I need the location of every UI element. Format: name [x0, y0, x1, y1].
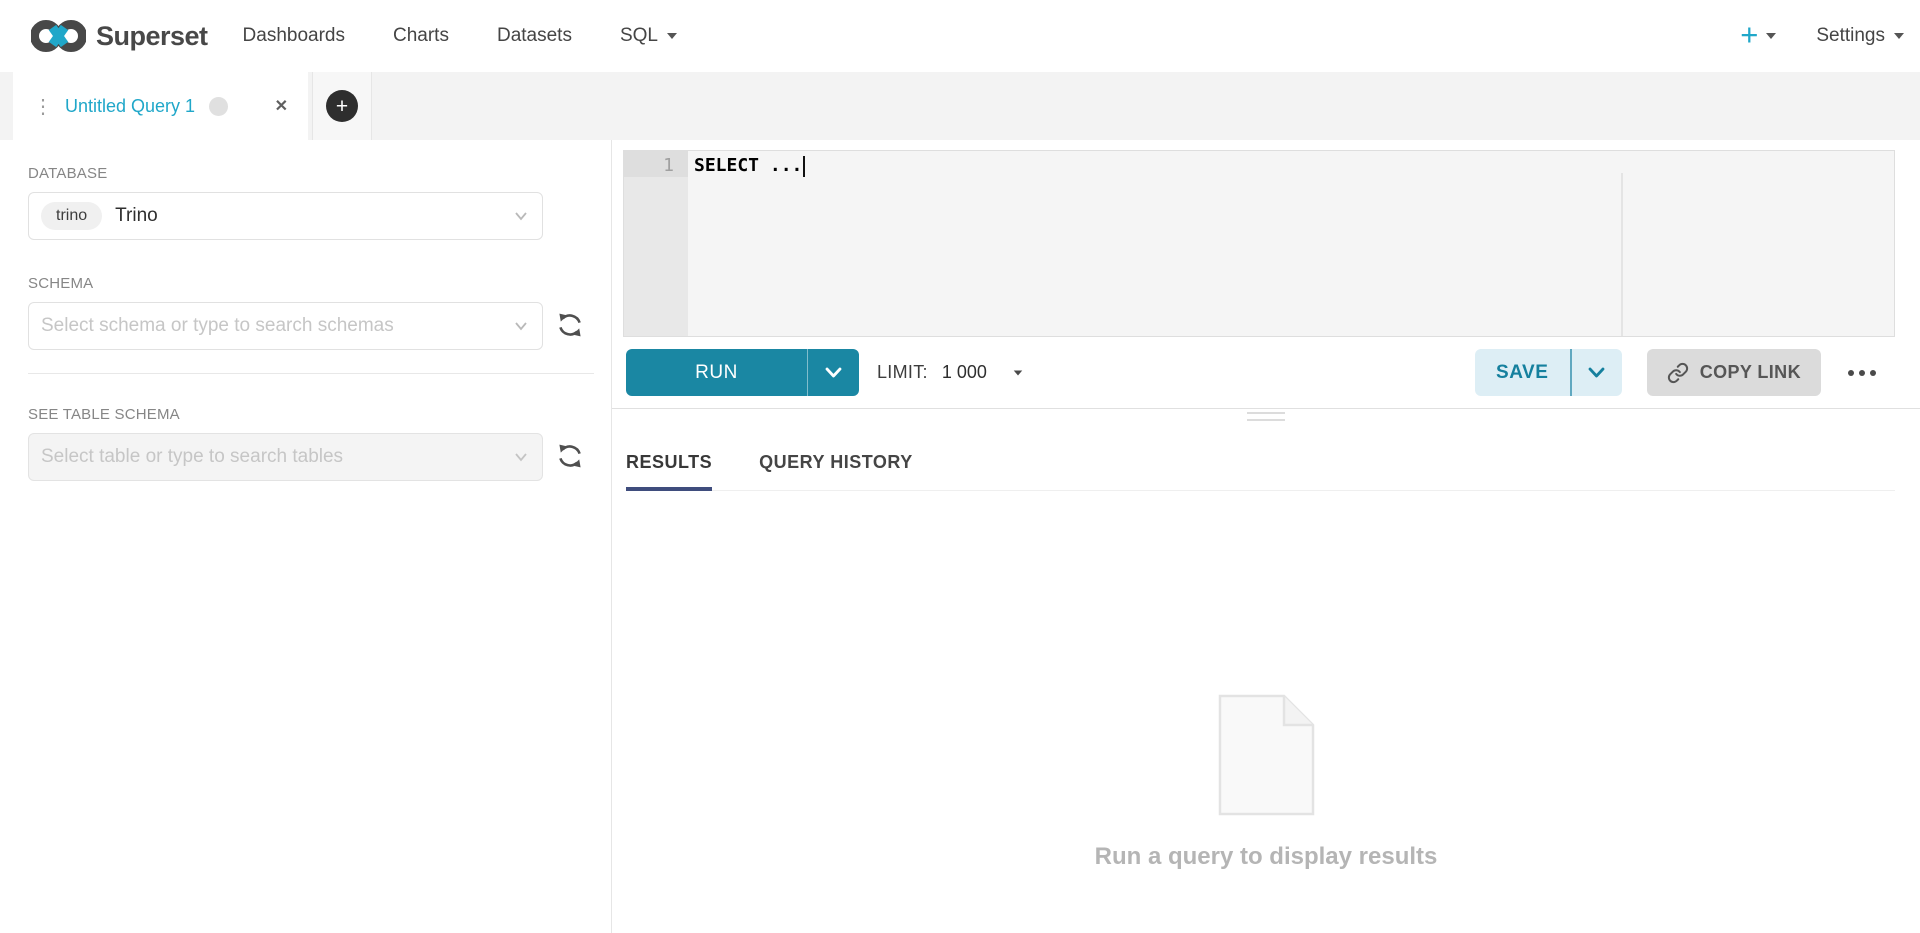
run-button[interactable]: RUN — [626, 349, 807, 396]
empty-state-text: Run a query to display results — [1095, 843, 1438, 871]
sql-lab-sidebar: DATABASE trino Trino SCHEMA Select schem — [0, 140, 612, 933]
sidebar-divider — [28, 373, 594, 374]
table-field: SEE TABLE SCHEMA Select table or type to… — [28, 406, 594, 481]
sql-code-editor[interactable]: 1 SELECT ... — [623, 150, 1895, 337]
results-tabbar: RESULTS QUERY HISTORY — [626, 432, 1895, 491]
chevron-down-icon — [1894, 33, 1904, 39]
database-select-value: Trino — [115, 205, 158, 227]
chevron-down-icon — [514, 321, 528, 331]
main-nav: Dashboards Charts Datasets SQL — [243, 25, 677, 47]
settings-label: Settings — [1816, 25, 1885, 47]
nav-sql-label: SQL — [620, 25, 658, 47]
schema-select-placeholder: Select schema or type to search schemas — [41, 315, 394, 337]
tab-untitled-query-1[interactable]: ⋮ Untitled Query 1 ✕ — [13, 72, 308, 140]
nav-sql[interactable]: SQL — [620, 25, 677, 47]
tab-results[interactable]: RESULTS — [626, 432, 712, 490]
document-icon — [1218, 694, 1315, 816]
database-select[interactable]: trino Trino — [28, 192, 543, 240]
editor-pane: 1 SELECT ... RUN — [612, 140, 1920, 933]
superset-logo-icon — [31, 18, 86, 54]
save-button[interactable]: SAVE — [1475, 349, 1570, 396]
schema-field: SCHEMA Select schema or type to search s… — [28, 275, 594, 350]
tab-close-icon[interactable]: ✕ — [275, 96, 288, 116]
save-split-button: SAVE — [1475, 349, 1622, 396]
sql-code-text: SELECT ... — [694, 154, 802, 178]
tab-query-history[interactable]: QUERY HISTORY — [759, 432, 913, 490]
tab-label: Untitled Query 1 — [65, 96, 195, 117]
ellipsis-icon — [1870, 370, 1876, 376]
chevron-down-icon — [1588, 367, 1605, 378]
chevron-down-icon — [514, 452, 528, 462]
run-split-button: RUN — [626, 349, 859, 396]
add-tab-circle: + — [326, 90, 358, 122]
plus-icon: + — [336, 96, 348, 117]
nav-dashboards[interactable]: Dashboards — [243, 25, 345, 47]
refresh-schemas-button[interactable] — [555, 311, 585, 341]
copy-link-label: COPY LINK — [1700, 362, 1801, 383]
chevron-down-icon — [825, 367, 842, 378]
limit-dropdown[interactable]: LIMIT: 1 000 — [877, 362, 1023, 383]
table-schema-label: SEE TABLE SCHEMA — [28, 406, 594, 423]
editor-active-line-gutter — [624, 151, 688, 177]
chevron-down-icon — [1766, 33, 1776, 39]
results-empty-state: Run a query to display results — [612, 694, 1920, 871]
chevron-down-icon — [1014, 370, 1023, 375]
nav-datasets[interactable]: Datasets — [497, 25, 572, 47]
tab-status-dot — [209, 97, 228, 116]
query-tabstrip: ⋮ Untitled Query 1 ✕ + — [0, 72, 1920, 140]
editor-code-area[interactable]: SELECT ... — [688, 151, 1894, 336]
table-select-placeholder: Select table or type to search tables — [41, 446, 343, 468]
text-cursor — [803, 156, 805, 177]
brand[interactable]: Superset — [31, 18, 208, 54]
navbar: Superset Dashboards Charts Datasets SQL … — [0, 0, 1920, 72]
nav-charts[interactable]: Charts — [393, 25, 449, 47]
tab-drag-dots-icon[interactable]: ⋮ — [33, 94, 51, 119]
chevron-down-icon — [514, 211, 528, 221]
database-field: DATABASE trino Trino — [28, 165, 594, 240]
sql-lab-main: DATABASE trino Trino SCHEMA Select schem — [0, 140, 1920, 933]
link-icon — [1667, 362, 1689, 384]
navbar-right: + Settings — [1740, 23, 1904, 50]
plus-icon: + — [1740, 19, 1758, 50]
limit-value: 1 000 — [942, 362, 987, 383]
refresh-tables-button[interactable] — [555, 442, 585, 472]
more-actions-button[interactable] — [1846, 364, 1878, 382]
chevron-down-icon — [667, 33, 677, 39]
save-options-button[interactable] — [1570, 349, 1622, 396]
new-menu-button[interactable]: + — [1740, 23, 1776, 50]
limit-label: LIMIT: — [877, 362, 928, 383]
schema-label: SCHEMA — [28, 275, 594, 292]
settings-menu-button[interactable]: Settings — [1816, 25, 1904, 47]
refresh-icon — [556, 442, 584, 470]
print-margin-line — [1621, 173, 1623, 336]
ellipsis-icon — [1859, 370, 1865, 376]
table-select[interactable]: Select table or type to search tables — [28, 433, 543, 481]
database-label: DATABASE — [28, 165, 594, 182]
run-options-button[interactable] — [807, 349, 859, 396]
brand-name: Superset — [96, 21, 208, 52]
refresh-icon — [556, 311, 584, 339]
editor-gutter: 1 — [624, 151, 688, 336]
pane-resize-handle[interactable] — [1247, 412, 1285, 426]
superset-app: Superset Dashboards Charts Datasets SQL … — [0, 0, 1920, 933]
add-tab-button[interactable]: + — [312, 72, 372, 140]
database-type-pill: trino — [41, 202, 102, 230]
ellipsis-icon — [1848, 370, 1854, 376]
line-number: 1 — [663, 154, 674, 178]
schema-select[interactable]: Select schema or type to search schemas — [28, 302, 543, 350]
editor-toolbar: RUN LIMIT: 1 000 SAVE — [612, 337, 1920, 409]
copy-link-button[interactable]: COPY LINK — [1647, 349, 1821, 396]
